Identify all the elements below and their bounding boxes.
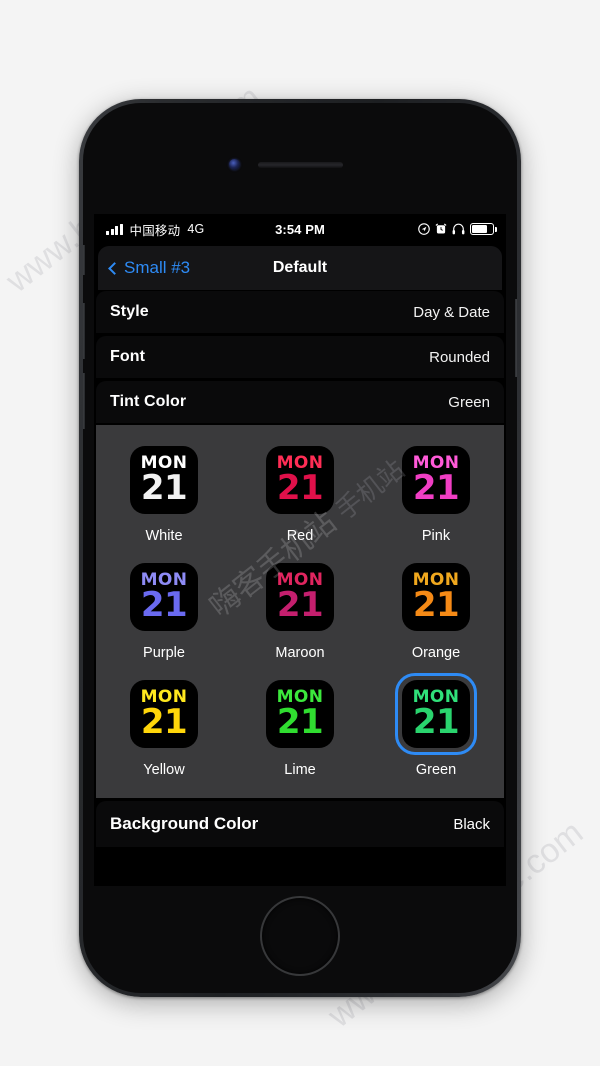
tint-option-yellow[interactable]: MON 21 Yellow xyxy=(114,673,214,778)
tint-tile-ring: MON 21 xyxy=(259,439,341,521)
tint-option-label: Yellow xyxy=(143,762,185,778)
preview-date: 21 xyxy=(140,585,188,625)
preview-date: 21 xyxy=(140,468,188,508)
tint-option-label: Maroon xyxy=(275,645,325,661)
carrier-label: 中国移动 xyxy=(129,222,181,238)
preview-date: 21 xyxy=(140,702,188,742)
tint-tile-ring: MON 21 xyxy=(123,673,205,755)
style-label: Style xyxy=(110,303,149,320)
tint-tile-ring: MON 21 xyxy=(259,673,341,755)
status-bar-right xyxy=(418,223,497,235)
tint-selection-ring: MON 21 xyxy=(395,673,477,755)
tint-option-purple[interactable]: MON 21 Purple xyxy=(114,556,214,661)
tint-color-grid: MON 21 White MON 21 Red MON 21 Pink MON 21 Purple MO… xyxy=(96,425,504,798)
tint-preview-tile: MON 21 xyxy=(130,563,198,631)
status-bar: 中国移动 4G 3:54 PM xyxy=(94,214,506,244)
preview-date: 21 xyxy=(276,468,324,508)
volume-up-button[interactable] xyxy=(83,303,85,359)
tint-tile-ring: MON 21 xyxy=(395,439,477,521)
earpiece-speaker xyxy=(258,162,343,168)
tint-tile-ring: MON 21 xyxy=(395,556,477,638)
tint-preview-tile: MON 21 xyxy=(266,680,334,748)
phone-screen: 中国移动 4G 3:54 PM Small #3 Default Style D… xyxy=(94,214,506,886)
battery-icon xyxy=(470,223,497,235)
screenshot-stage: www.hackhome.com www.hackhome.com 中国移动 xyxy=(0,0,600,1066)
phone-front-panel: 中国移动 4G 3:54 PM Small #3 Default Style D… xyxy=(83,103,517,993)
preview-date: 21 xyxy=(412,585,460,625)
iphone-device: 中国移动 4G 3:54 PM Small #3 Default Style D… xyxy=(79,99,521,997)
tint-grid-row: MON 21 White MON 21 Red MON 21 Pink xyxy=(114,439,486,544)
navigation-bar: Small #3 Default xyxy=(98,246,502,290)
tint-grid-row: MON 21 Yellow MON 21 Lime MON 21 Green xyxy=(114,673,486,778)
tint-option-label: Red xyxy=(286,528,314,544)
front-camera-icon xyxy=(229,159,240,170)
tint-color-label: Tint Color xyxy=(110,393,187,410)
network-type-label: 4G xyxy=(187,222,205,236)
chevron-left-icon xyxy=(108,261,121,275)
status-bar-left: 中国移动 4G xyxy=(106,220,204,239)
settings-row-font[interactable]: Font Rounded xyxy=(96,336,504,378)
tint-preview-tile: MON 21 xyxy=(402,446,470,514)
background-color-label: Background Color xyxy=(110,814,259,833)
tint-option-lime[interactable]: MON 21 Lime xyxy=(250,673,350,778)
tint-preview-tile: MON 21 xyxy=(130,446,198,514)
signal-strength-icon xyxy=(106,223,123,235)
mute-switch[interactable] xyxy=(83,245,85,275)
screen-filler xyxy=(94,847,506,886)
alarm-clock-icon xyxy=(435,223,447,234)
tint-tile-ring: MON 21 xyxy=(259,556,341,638)
tint-option-orange[interactable]: MON 21 Orange xyxy=(386,556,486,661)
home-button[interactable] xyxy=(260,896,340,976)
tint-option-maroon[interactable]: MON 21 Maroon xyxy=(250,556,350,661)
back-button-label: Small #3 xyxy=(124,258,191,277)
tint-option-green[interactable]: MON 21 Green xyxy=(386,673,486,778)
preview-date: 21 xyxy=(276,585,324,625)
tint-option-pink[interactable]: MON 21 Pink xyxy=(386,439,486,544)
tint-tile-ring: MON 21 xyxy=(123,439,205,521)
background-color-value: Black xyxy=(453,815,490,833)
tint-option-label: White xyxy=(145,528,183,544)
location-arrow-icon xyxy=(418,223,430,235)
tint-color-value: Green xyxy=(448,393,490,411)
volume-down-button[interactable] xyxy=(83,373,85,429)
back-button[interactable]: Small #3 xyxy=(108,258,191,278)
preview-date: 21 xyxy=(412,468,460,508)
settings-row-tint-color[interactable]: Tint Color Green xyxy=(96,381,504,423)
tint-preview-tile: MON 21 xyxy=(130,680,198,748)
settings-row-background-color[interactable]: Background Color Black xyxy=(96,801,504,847)
tint-preview-tile: MON 21 xyxy=(266,446,334,514)
tint-option-label: Pink xyxy=(421,528,451,544)
tint-tile-ring: MON 21 xyxy=(123,556,205,638)
tint-option-white[interactable]: MON 21 White xyxy=(114,439,214,544)
settings-row-style[interactable]: Style Day & Date xyxy=(96,291,504,333)
tint-preview-tile: MON 21 xyxy=(266,563,334,631)
tint-preview-tile: MON 21 xyxy=(402,563,470,631)
tint-option-label: Purple xyxy=(143,645,185,661)
tint-grid-row: MON 21 Purple MON 21 Maroon MON 21 Orange xyxy=(114,556,486,661)
tint-preview-tile: MON 21 xyxy=(402,680,470,748)
tint-option-label: Green xyxy=(415,762,457,778)
tint-option-label: Orange xyxy=(411,645,461,661)
tint-option-red[interactable]: MON 21 Red xyxy=(250,439,350,544)
font-value: Rounded xyxy=(429,348,490,366)
bottom-section: Background Color Black xyxy=(96,801,504,847)
headphones-icon xyxy=(452,223,465,235)
tint-option-label: Lime xyxy=(284,762,316,778)
font-label: Font xyxy=(110,348,146,365)
preview-date: 21 xyxy=(276,702,324,742)
power-button[interactable] xyxy=(515,299,517,377)
style-value: Day & Date xyxy=(413,303,490,321)
preview-date: 21 xyxy=(412,702,460,742)
